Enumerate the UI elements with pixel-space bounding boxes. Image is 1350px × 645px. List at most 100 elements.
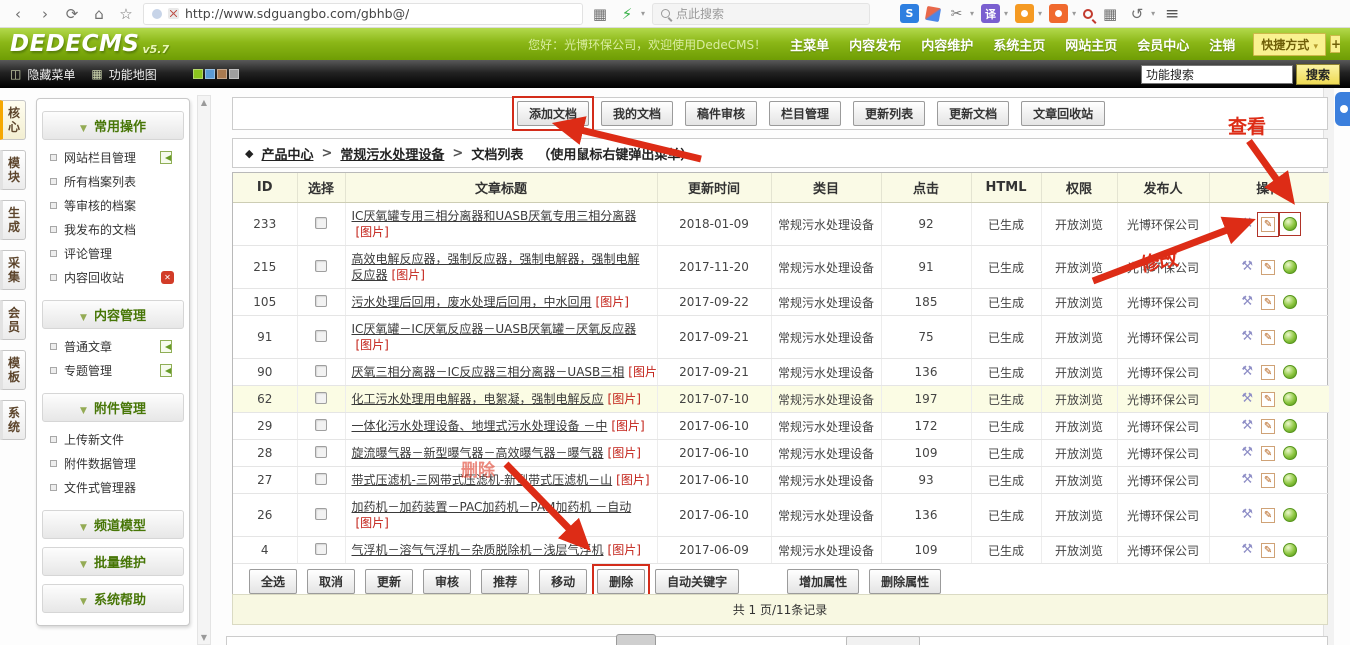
tools-icon[interactable]: ⚒ bbox=[1241, 473, 1253, 487]
breadcrumb-link[interactable]: 产品中心 bbox=[261, 144, 313, 163]
row-checkbox[interactable] bbox=[315, 260, 327, 272]
sidebar-item[interactable]: 等审核的档案 bbox=[50, 193, 182, 217]
shortcut-add-partial[interactable]: + bbox=[1330, 35, 1340, 53]
batch-button[interactable]: 删除属性 bbox=[869, 569, 941, 594]
doc-title-link[interactable]: 厌氧三相分离器－IC反应器三相分离器－UASB三相 bbox=[352, 365, 625, 379]
refresh-icon[interactable]: ⟳ bbox=[62, 4, 82, 24]
row-checkbox[interactable] bbox=[315, 543, 327, 555]
view-icon[interactable] bbox=[1283, 543, 1297, 557]
tools-icon[interactable]: ⚒ bbox=[1241, 217, 1253, 231]
zoom-search-icon[interactable] bbox=[1083, 9, 1093, 19]
theme-color-swatch[interactable] bbox=[229, 69, 239, 79]
view-icon[interactable] bbox=[1283, 330, 1297, 344]
view-icon[interactable] bbox=[1283, 217, 1297, 231]
edit-icon[interactable]: ✎ bbox=[1261, 217, 1275, 232]
scroll-up-icon[interactable]: ▲ bbox=[198, 98, 210, 107]
batch-button[interactable]: 删除 bbox=[597, 569, 645, 594]
brush-extension-icon[interactable] bbox=[925, 5, 941, 21]
shortcut-button[interactable]: 快捷方式 ▾ bbox=[1253, 33, 1326, 56]
view-icon[interactable] bbox=[1283, 473, 1297, 487]
row-checkbox[interactable] bbox=[315, 330, 327, 342]
row-checkbox[interactable] bbox=[315, 217, 327, 229]
module-tab[interactable]: 系统 bbox=[0, 400, 26, 440]
doc-title-link[interactable]: IC厌氧罐－IC厌氧反应器－UASB厌氧罐－厌氧反应器 bbox=[352, 322, 637, 336]
sidebar-section-header[interactable]: ▼常用操作 bbox=[42, 111, 184, 140]
doc-title-link[interactable]: 化工污水处理用电解器，电絮凝，强制电解反应 bbox=[352, 392, 604, 406]
sidebar-item[interactable]: 专题管理 bbox=[50, 358, 182, 382]
hide-menu-button[interactable]: 隐藏菜单 bbox=[27, 66, 75, 83]
edit-icon[interactable]: ✎ bbox=[1261, 473, 1275, 488]
sidebar-item[interactable]: 网站栏目管理 bbox=[50, 145, 182, 169]
view-icon[interactable] bbox=[1283, 365, 1297, 379]
batch-button[interactable]: 增加属性 bbox=[787, 569, 859, 594]
sidebar-section-header[interactable]: ▼批量维护 bbox=[42, 547, 184, 576]
tools-icon[interactable]: ⚒ bbox=[1241, 446, 1253, 460]
sidebar-section-header[interactable]: ▼附件管理 bbox=[42, 393, 184, 422]
doc-title-link[interactable]: 气浮机－溶气气浮机－杂质脱除机－浅层气浮机 bbox=[352, 543, 604, 557]
undo-icon[interactable]: ↺ bbox=[1127, 4, 1147, 24]
row-checkbox[interactable] bbox=[315, 508, 327, 520]
top-button[interactable]: 栏目管理 bbox=[769, 101, 841, 126]
sidebar-section-header[interactable]: ▼频道模型 bbox=[42, 510, 184, 539]
back-icon[interactable]: ‹ bbox=[8, 4, 28, 24]
top-button[interactable]: 我的文档 bbox=[601, 101, 673, 126]
sidebar-item[interactable]: 所有档案列表 bbox=[50, 169, 182, 193]
star-icon[interactable]: ☆ bbox=[116, 4, 136, 24]
module-tab[interactable]: 核心 bbox=[0, 100, 26, 140]
tools-icon[interactable]: ⚒ bbox=[1241, 365, 1253, 379]
edit-icon[interactable]: ✎ bbox=[1261, 260, 1275, 275]
module-tab[interactable]: 会员 bbox=[0, 300, 26, 340]
batch-button[interactable]: 全选 bbox=[249, 569, 297, 594]
address-bar[interactable]: http://www.sdguangbo.com/gbhb@/ bbox=[143, 3, 583, 25]
tools-icon[interactable]: ⚒ bbox=[1241, 295, 1253, 309]
function-search-input[interactable] bbox=[1141, 65, 1293, 84]
chevron-down-icon[interactable]: ▾ bbox=[1151, 9, 1155, 18]
sidebar-item[interactable]: 我发布的文档 bbox=[50, 217, 182, 241]
scroll-down-icon[interactable]: ▼ bbox=[198, 633, 210, 642]
module-tab[interactable]: 生成 bbox=[0, 200, 26, 240]
edit-icon[interactable]: ✎ bbox=[1261, 365, 1275, 380]
batch-button[interactable]: 自动关键字 bbox=[655, 569, 739, 594]
tools-icon[interactable]: ⚒ bbox=[1241, 260, 1253, 274]
breadcrumb-link[interactable]: 文档列表 bbox=[471, 144, 523, 163]
browser-side-widget[interactable] bbox=[1335, 92, 1350, 126]
view-icon[interactable] bbox=[1283, 446, 1297, 460]
view-icon[interactable] bbox=[1283, 508, 1297, 522]
tools-icon[interactable]: ⚒ bbox=[1241, 419, 1253, 433]
nav-item[interactable]: 会员中心 bbox=[1137, 35, 1189, 54]
view-icon[interactable] bbox=[1283, 392, 1297, 406]
nav-item[interactable]: 系统主页 bbox=[993, 35, 1045, 54]
edit-icon[interactable]: ✎ bbox=[1261, 508, 1275, 523]
nav-item[interactable]: 注销 bbox=[1209, 35, 1235, 54]
edit-icon[interactable]: ✎ bbox=[1261, 295, 1275, 310]
nav-item[interactable]: 网站主页 bbox=[1065, 35, 1117, 54]
doc-title-link[interactable]: 带式压滤机-三网带式压滤机-新型带式压滤机－山 bbox=[352, 473, 613, 487]
nav-item[interactable]: 主菜单 bbox=[790, 35, 829, 54]
batch-button[interactable]: 审核 bbox=[423, 569, 471, 594]
edit-icon[interactable]: ✎ bbox=[1261, 419, 1275, 434]
tools-icon[interactable]: ⚒ bbox=[1241, 543, 1253, 557]
scissors-icon[interactable]: ✂ bbox=[947, 4, 966, 23]
top-button[interactable]: 更新文档 bbox=[937, 101, 1009, 126]
nav-item[interactable]: 内容维护 bbox=[921, 35, 973, 54]
top-button[interactable]: 稿件审核 bbox=[685, 101, 757, 126]
row-checkbox[interactable] bbox=[315, 365, 327, 377]
doc-title-link[interactable]: 加药机－加药装置－PAC加药机－PAM加药机 －自动 bbox=[352, 500, 632, 514]
sidebar-item[interactable]: 评论管理 bbox=[50, 241, 182, 265]
menu-icon[interactable]: ≡ bbox=[1162, 4, 1182, 24]
theme-color-swatch[interactable] bbox=[205, 69, 215, 79]
row-checkbox[interactable] bbox=[315, 446, 327, 458]
forward-icon[interactable]: › bbox=[35, 4, 55, 24]
blocked-plugin-icon[interactable] bbox=[168, 8, 179, 19]
module-tab[interactable]: 模板 bbox=[0, 350, 26, 390]
game-extension-icon[interactable] bbox=[1049, 4, 1068, 23]
function-map-button[interactable]: 功能地图 bbox=[109, 66, 157, 83]
row-checkbox[interactable] bbox=[315, 392, 327, 404]
doc-title-link[interactable]: 污水处理后回用，废水处理后回用，中水回用 bbox=[352, 295, 592, 309]
sidebar-item[interactable]: 普通文章 bbox=[50, 334, 182, 358]
row-checkbox[interactable] bbox=[315, 473, 327, 485]
breadcrumb-link[interactable]: 常规污水处理设备 bbox=[340, 144, 444, 163]
home-icon[interactable]: ⌂ bbox=[89, 4, 109, 24]
batch-button[interactable]: 取消 bbox=[307, 569, 355, 594]
row-checkbox[interactable] bbox=[315, 419, 327, 431]
